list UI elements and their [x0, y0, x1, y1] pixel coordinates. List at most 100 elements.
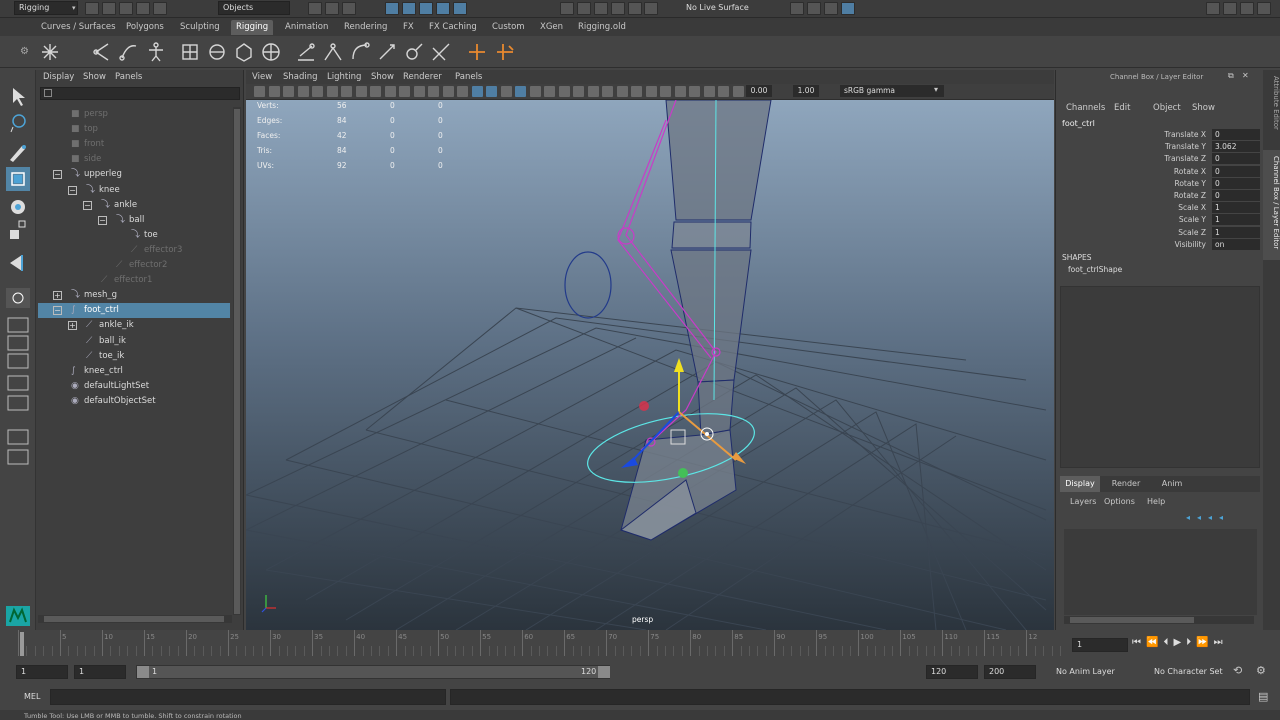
- snap-grid-icon[interactable]: [385, 2, 399, 15]
- channel-label[interactable]: Rotate Z: [1056, 191, 1206, 200]
- viewport-tool-icon[interactable]: [326, 86, 338, 97]
- outliner-item[interactable]: ⤵ toe: [38, 228, 230, 243]
- script-language-label[interactable]: MEL: [24, 692, 40, 701]
- layer-menu-layers[interactable]: Layers: [1070, 497, 1096, 506]
- channel-label[interactable]: Translate Y: [1056, 142, 1206, 151]
- viewport-tool-icon[interactable]: [660, 86, 671, 97]
- animation-end-field[interactable]: 200: [984, 665, 1036, 679]
- channel-menu-show[interactable]: Show: [1192, 103, 1215, 113]
- locator-icon[interactable]: [469, 44, 485, 60]
- outliner-item[interactable]: ■ top: [38, 122, 230, 137]
- panel-layout-icon[interactable]: [790, 2, 804, 15]
- shelf-tab-curves-surfaces[interactable]: Curves / Surfaces: [36, 20, 121, 35]
- attribute-editor-tab[interactable]: Attribute Editor: [1263, 70, 1280, 150]
- scale-tool-icon[interactable]: [10, 220, 26, 239]
- outliner-toggle-icon[interactable]: [1256, 2, 1271, 15]
- outliner-item[interactable]: ∫ knee_ctrl: [38, 364, 230, 379]
- undo-icon[interactable]: [135, 2, 150, 15]
- layout-icons[interactable]: [7, 317, 29, 465]
- viewport-tool-icon[interactable]: [732, 86, 744, 97]
- parent-constraint-icon[interactable]: [298, 43, 315, 61]
- range-start-handle[interactable]: [137, 666, 149, 678]
- live-surface-label[interactable]: No Live Surface: [686, 3, 749, 12]
- channel-menu-edit[interactable]: Edit: [1114, 103, 1130, 113]
- time-slider[interactable]: 1510152025303540455055606570758085909510…: [0, 630, 1280, 660]
- redo-icon[interactable]: [152, 2, 167, 15]
- layer-tab-display[interactable]: Display: [1060, 476, 1100, 492]
- viewport-tool-icon[interactable]: [413, 86, 425, 97]
- viewport-tool-icon[interactable]: [341, 86, 352, 97]
- hypershade-icon[interactable]: [644, 2, 659, 15]
- current-frame-field[interactable]: 1: [1072, 638, 1128, 652]
- channel-label[interactable]: Scale X: [1056, 203, 1206, 212]
- viewport-tool-icon[interactable]: [442, 86, 454, 97]
- joint-tool-icon[interactable]: [42, 44, 58, 60]
- expand-toggle-icon[interactable]: −: [53, 306, 62, 316]
- outliner-item[interactable]: − ⤵ knee: [38, 183, 230, 198]
- viewport-tool-icon[interactable]: [384, 86, 396, 97]
- viewport-panel[interactable]: View Shading Lighting Show Renderer Panels 0.…: [246, 70, 1054, 630]
- viewport-tool-icon[interactable]: [529, 86, 541, 97]
- last-tool-icon[interactable]: [10, 255, 23, 271]
- expand-toggle-icon[interactable]: +: [53, 291, 62, 301]
- color-space-dropdown[interactable]: sRGB gamma: [840, 85, 944, 97]
- viewport-menu-renderer[interactable]: Renderer: [403, 72, 442, 82]
- shelf-tab-fx-caching[interactable]: FX Caching: [424, 20, 482, 35]
- expand-toggle-icon[interactable]: −: [83, 200, 92, 210]
- snap-point-icon[interactable]: [418, 2, 433, 15]
- close-icon[interactable]: ✕: [1242, 71, 1249, 80]
- preferences-icon[interactable]: ⚙: [1256, 664, 1266, 677]
- layer-hscrollbar[interactable]: [1064, 616, 1254, 624]
- expand-toggle-icon[interactable]: +: [68, 321, 77, 331]
- select-icon[interactable]: [341, 2, 356, 15]
- command-input[interactable]: [50, 689, 446, 705]
- outliner-menu-display[interactable]: Display: [43, 72, 74, 82]
- viewport-tool-icon[interactable]: [689, 86, 700, 97]
- viewport-tool-icon[interactable]: [399, 86, 410, 97]
- ipr-icon[interactable]: [610, 2, 625, 15]
- render-settings-icon[interactable]: [627, 2, 642, 15]
- current-time-marker[interactable]: [20, 632, 24, 656]
- outliner-item[interactable]: ⟋ toe_ik: [38, 349, 230, 364]
- outliner-item[interactable]: − ⤵ ankle: [38, 198, 230, 213]
- panel-layout-icon[interactable]: [823, 2, 838, 15]
- playback-start-field[interactable]: 1: [74, 665, 126, 679]
- viewport-tool-icon[interactable]: [355, 86, 367, 97]
- viewport-menu-shading[interactable]: Shading: [283, 72, 318, 82]
- shelf-tab-animation[interactable]: Animation: [280, 20, 333, 35]
- range-end-handle[interactable]: [598, 666, 610, 678]
- scale-constraint-icon[interactable]: [379, 44, 395, 60]
- outliner-scrollbar[interactable]: [233, 107, 241, 615]
- viewport-menu-panels[interactable]: Panels: [455, 72, 482, 82]
- orient-constraint-icon[interactable]: [352, 42, 370, 60]
- channel-label[interactable]: Rotate X: [1056, 167, 1206, 176]
- float-icon[interactable]: ⧉: [1228, 71, 1234, 81]
- range-bar[interactable]: 1 120: [136, 665, 610, 679]
- viewport-tool-icon[interactable]: [645, 86, 657, 97]
- select-icon[interactable]: [308, 2, 322, 15]
- shape-node-name[interactable]: foot_ctrlShape: [1068, 265, 1122, 274]
- channel-value-field[interactable]: 1: [1212, 214, 1260, 226]
- paint-select-tool-icon[interactable]: [10, 145, 26, 162]
- outliner-search-input[interactable]: [40, 87, 240, 100]
- viewport-tool-icon[interactable]: [703, 86, 715, 97]
- channel-value-field[interactable]: 0: [1212, 165, 1260, 177]
- tool-settings-toggle-icon[interactable]: [1222, 2, 1237, 15]
- expand-toggle-icon[interactable]: −: [53, 170, 62, 180]
- viewport-tool-icon[interactable]: [573, 86, 584, 97]
- playback-controls[interactable]: ⏮⏪⏴▶⏵⏩⏭: [1132, 637, 1272, 653]
- rotate-tool-icon[interactable]: [11, 200, 25, 214]
- gamma-field[interactable]: 1.00: [793, 85, 819, 97]
- shelf-tab-xgen[interactable]: XGen: [535, 20, 568, 35]
- render-icon[interactable]: [593, 2, 608, 15]
- auto-key-icon[interactable]: ⟲: [1233, 664, 1242, 677]
- viewport-tool-icon[interactable]: [544, 86, 555, 97]
- channel-value-field[interactable]: on: [1212, 238, 1260, 250]
- channel-value-field[interactable]: 0: [1212, 153, 1260, 165]
- timeline-ruler[interactable]: 1510152025303540455055606570758085909510…: [18, 630, 1061, 658]
- paint-weights-icon[interactable]: [236, 43, 252, 62]
- select-icon[interactable]: [324, 2, 339, 15]
- expand-toggle-icon[interactable]: −: [98, 215, 107, 225]
- selected-object-name[interactable]: foot_ctrl: [1062, 119, 1095, 128]
- viewport-tool-icon[interactable]: [283, 86, 294, 97]
